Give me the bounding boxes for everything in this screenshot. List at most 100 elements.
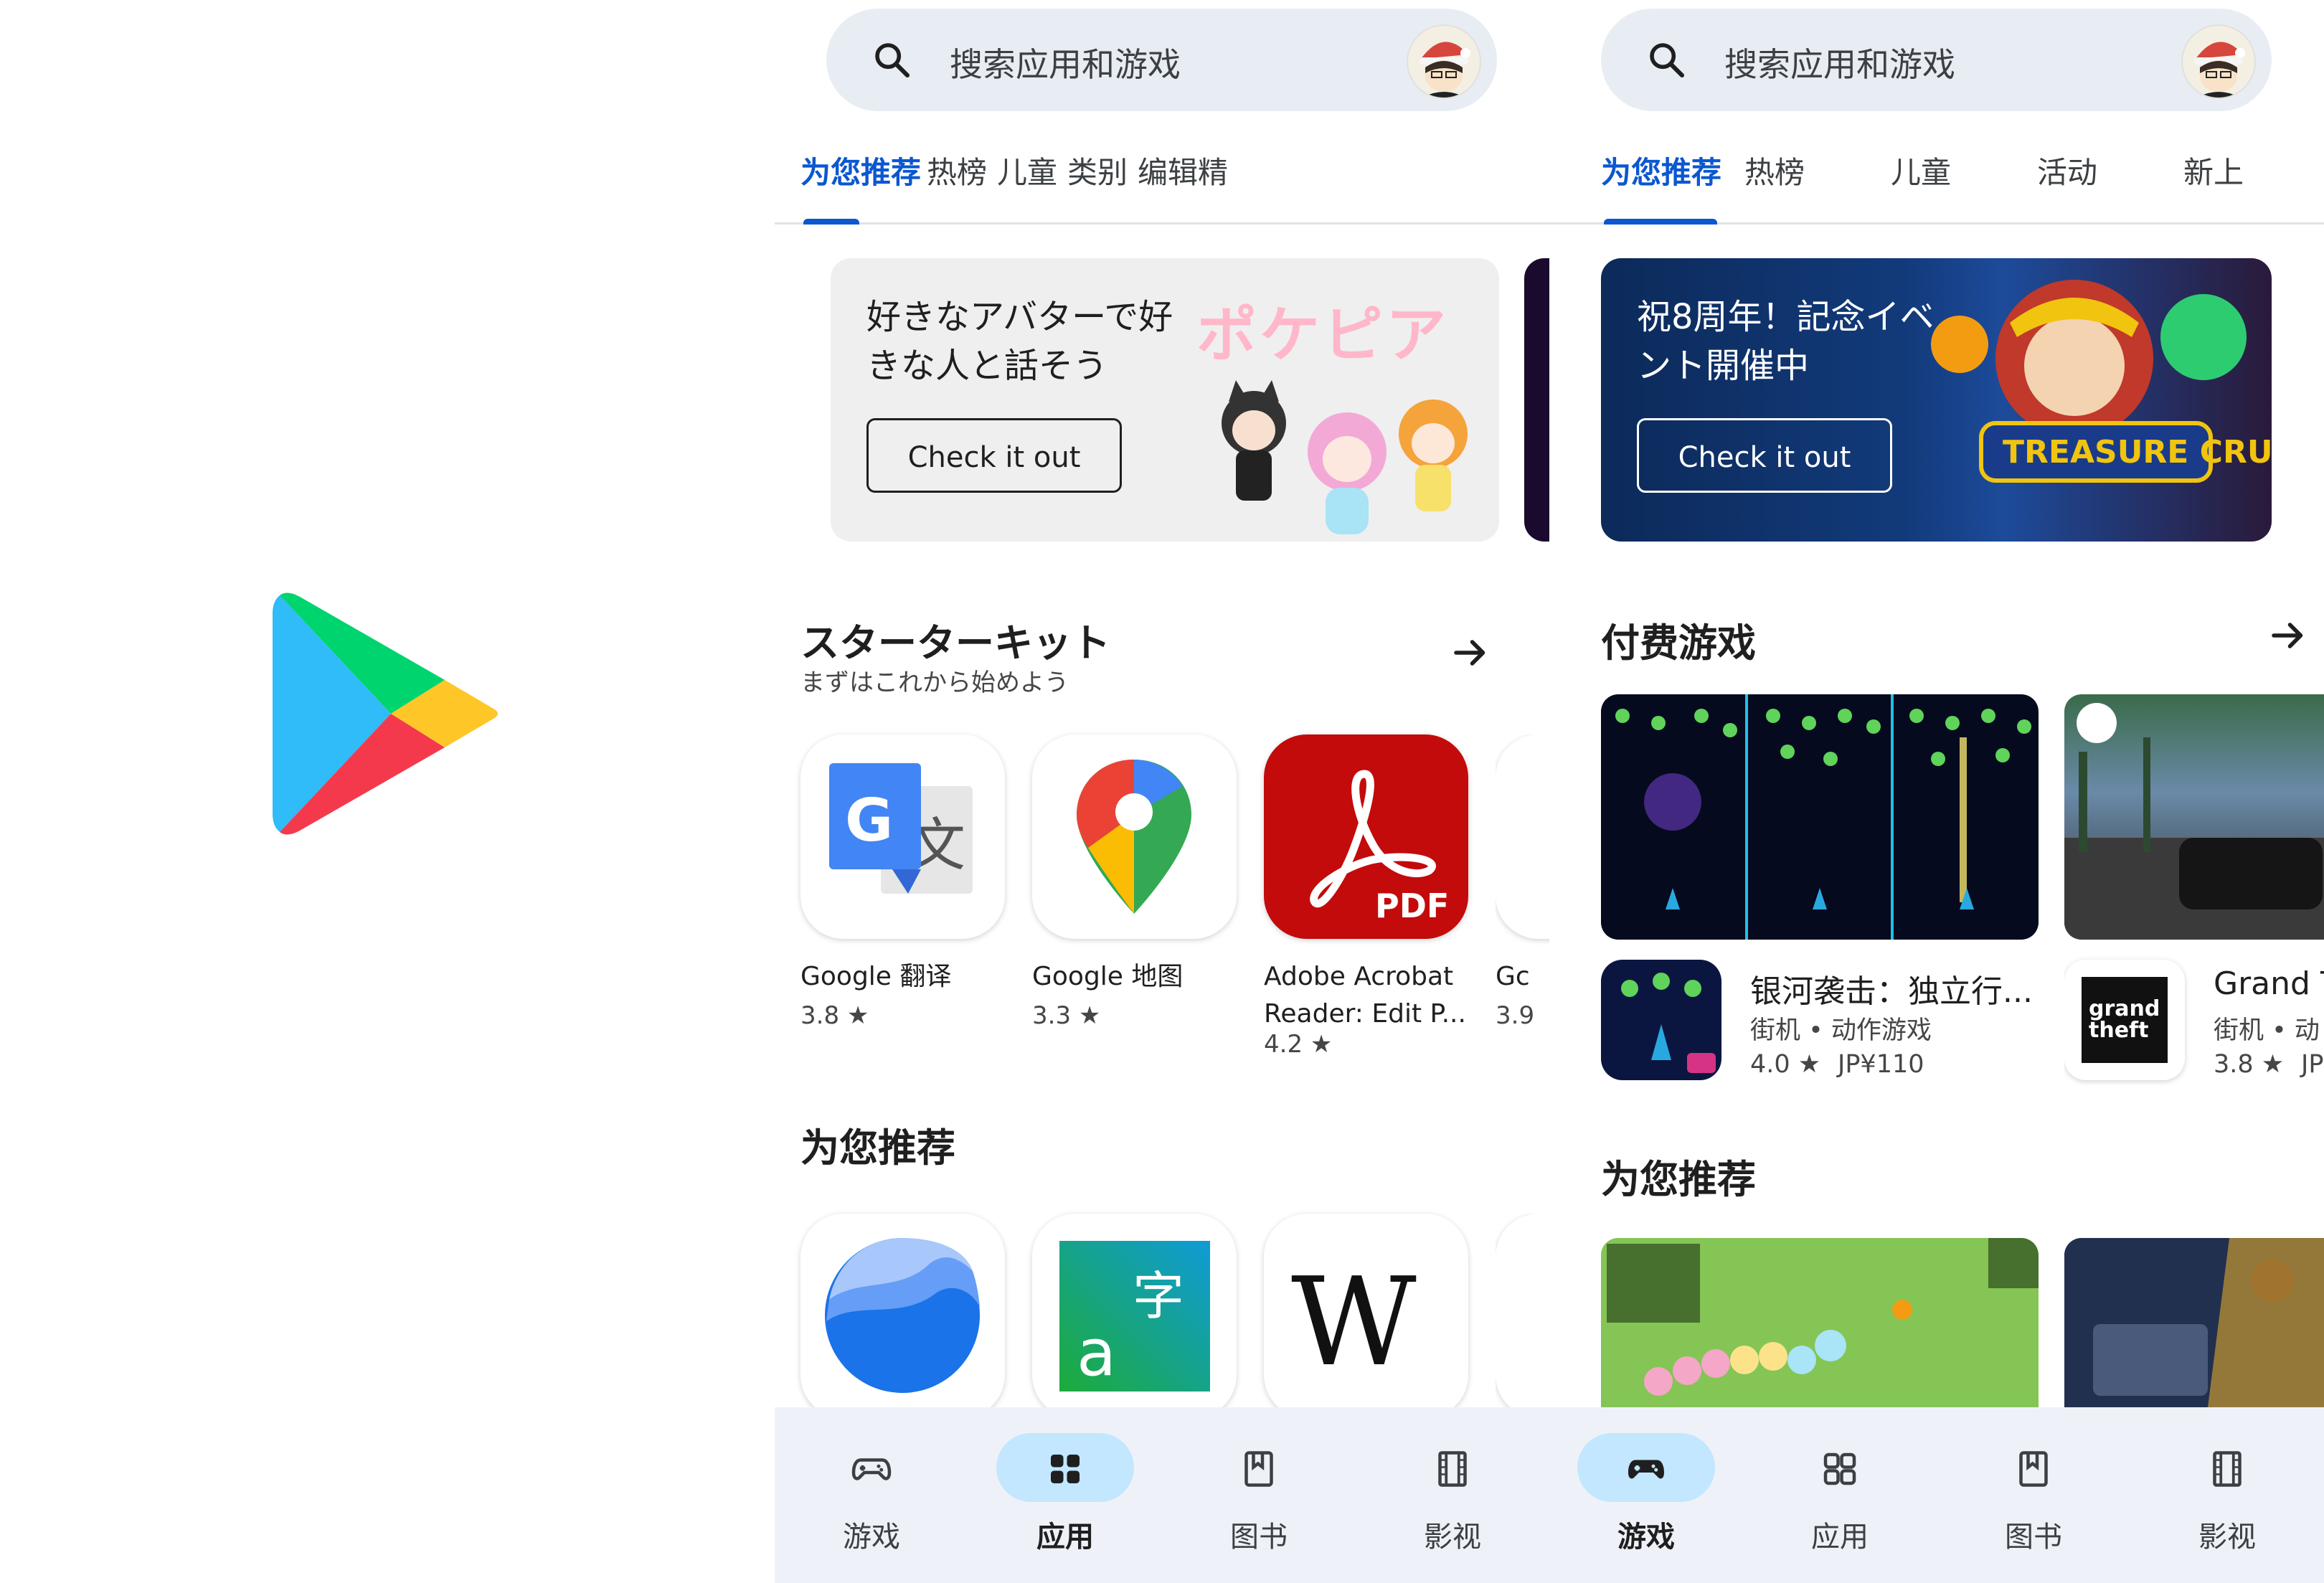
film-strip-icon xyxy=(2213,1451,2242,1487)
game-card-galaxy-attack[interactable]: 银河袭击：独立行... 街机 • 动作游戏 4.0 ★ JP¥110 xyxy=(1601,694,2039,1085)
search-placeholder[interactable]: 搜索应用和游戏 xyxy=(1724,39,1955,86)
tab-kids[interactable]: 儿童 xyxy=(997,148,1057,192)
game-card-gta[interactable]: grand theft Grand T 街机 • 动 3.8 ★ JP xyxy=(2064,694,2324,1085)
svg-text:TREASURE CRUISE: TREASURE CRUISE xyxy=(2003,434,2272,471)
game-category: 街机 • 动作游戏 xyxy=(1750,1016,1932,1045)
book-bookmark-icon xyxy=(1244,1451,1273,1487)
wikipedia-icon: W xyxy=(1264,1214,1468,1418)
google-translate-icon: 文 G xyxy=(800,734,1005,939)
film-strip-icon xyxy=(1438,1451,1467,1487)
avatar-characters-illustration xyxy=(1222,380,1468,534)
search-placeholder[interactable]: 搜索应用和游戏 xyxy=(950,39,1181,86)
gamepad-icon xyxy=(851,1458,892,1480)
nav-books[interactable]: 图书 xyxy=(1162,1407,1356,1583)
tab-events[interactable]: 活动 xyxy=(2037,148,2097,192)
recommended-game-gangs[interactable] xyxy=(2064,1238,2324,1407)
svg-text:theft: theft xyxy=(2089,1018,2148,1043)
nav-label: 游戏 xyxy=(1617,1521,1675,1554)
nav-movies[interactable]: 影视 xyxy=(2130,1407,2324,1583)
promo-banner-treasure-cruise[interactable]: TREASURE CRUISE 祝8周年！記念イベント開催中 Check it … xyxy=(1601,258,2272,542)
active-tab-indicator xyxy=(803,219,859,225)
nav-games[interactable]: 游戏 xyxy=(1549,1407,1743,1583)
google-maps-icon xyxy=(1032,734,1237,939)
active-tab-indicator xyxy=(1604,219,1717,225)
tab-top-charts[interactable]: 热榜 xyxy=(1744,148,1805,192)
search-icon xyxy=(875,43,910,78)
promo-banner-pokepia[interactable]: 好きなアバターで好きな人と話そう Check it out ポケピア xyxy=(831,258,1499,542)
next-banner-peek[interactable] xyxy=(1524,258,1549,542)
adobe-acrobat-icon: PDF xyxy=(1264,734,1468,939)
nav-label: 应用 xyxy=(1036,1521,1094,1554)
nav-books[interactable]: 图书 xyxy=(1937,1407,2130,1583)
bottom-navigation: 游戏 应用 图书 影视 xyxy=(1549,1407,2324,1583)
nav-apps[interactable]: 应用 xyxy=(968,1407,1162,1583)
svg-text:a: a xyxy=(1077,1315,1116,1391)
tab-categories[interactable]: 类别 xyxy=(1067,148,1128,192)
arrow-right-icon[interactable] xyxy=(1449,631,1492,674)
google-earth-icon xyxy=(800,1214,1005,1418)
nav-movies[interactable]: 影视 xyxy=(1356,1407,1549,1583)
nav-label: 影视 xyxy=(2198,1521,2256,1554)
for-you-title: 为您推荐 xyxy=(800,1125,955,1171)
app-name: Adobe Acrobat Reader: Edit P... xyxy=(1264,962,1466,1029)
apps-grid-icon xyxy=(1051,1455,1080,1483)
paid-games-title: 付费游戏 xyxy=(1601,620,1756,666)
nav-label: 图书 xyxy=(1230,1521,1288,1554)
game-category: 街机 • 动 xyxy=(2214,1016,2320,1045)
category-tabs: 为您推荐 热榜 儿童 活动 新上 xyxy=(1549,140,2324,225)
app-rating: 3.9 xyxy=(1496,1001,1535,1030)
tab-top-charts[interactable]: 热榜 xyxy=(927,148,987,192)
app-rating: 3.3 ★ xyxy=(1032,1001,1101,1030)
gta-icon: grand theft xyxy=(2064,960,2185,1080)
tab-for-you[interactable]: 为您推荐 xyxy=(800,148,921,192)
svg-text:字: 字 xyxy=(1133,1266,1184,1326)
banner-text: 祝8周年！記念イベント開催中 xyxy=(1637,297,1935,386)
starter-kit-title: スターターキット xyxy=(800,620,1110,666)
tab-for-you[interactable]: 为您推荐 xyxy=(1601,148,1721,192)
banner-text: 好きなアバターで好きな人と話そう xyxy=(866,297,1173,386)
for-you-title: 为您推荐 xyxy=(1601,1157,1756,1202)
app-icon-partial xyxy=(1496,734,1549,939)
game-name: Grand T xyxy=(2214,965,2324,1002)
nav-label: 影视 xyxy=(1424,1521,1481,1554)
tab-editors-choice[interactable]: 编辑精 xyxy=(1138,148,1228,192)
game-rating: 3.8 ★ xyxy=(2214,1050,2285,1079)
recommended-game-snake[interactable] xyxy=(1601,1238,2039,1407)
game-price: JP xyxy=(2301,1050,2324,1079)
game-name: 银河袭击：独立行... xyxy=(1750,973,2033,1010)
app-card-partial[interactable]: Gc 3.9 xyxy=(1496,734,1549,1036)
tab-new[interactable]: 新上 xyxy=(2183,148,2244,192)
tab-kids[interactable]: 儿童 xyxy=(1891,148,1951,192)
nav-apps[interactable]: 应用 xyxy=(1743,1407,1937,1583)
gta-screenshot xyxy=(2064,694,2324,940)
translator-icon: a 字 xyxy=(1032,1214,1237,1418)
treasure-cruise-artwork: TREASURE CRUISE xyxy=(1931,280,2272,483)
avatar[interactable] xyxy=(1407,24,1481,99)
app-card-partial[interactable] xyxy=(1496,1214,1549,1418)
search-bar[interactable]: 搜索应用和游戏 xyxy=(1601,9,2272,111)
starter-kit-subtitle: まずはこれから始めよう xyxy=(800,668,1069,697)
apps-grid-icon xyxy=(1823,1452,1856,1485)
search-icon xyxy=(1650,43,1685,78)
svg-text:G: G xyxy=(845,787,893,855)
app-name: Google 翻译 xyxy=(800,962,952,991)
app-name: Gc xyxy=(1496,962,1530,991)
galaxy-attack-screenshot xyxy=(1601,694,2039,940)
phone-screen-games: 搜索应用和游戏 为您推荐 热榜 儿童 活动 新上 TREASURE CRU 祝8… xyxy=(1549,0,2324,1583)
galaxy-attack-icon xyxy=(1601,960,1721,1080)
game-price: JP¥110 xyxy=(1838,1050,1924,1079)
phone-screen-apps: 搜索应用和游戏 为您推荐 热榜 儿童 类别 编辑精 好きなアバターで好きな人と話… xyxy=(775,0,1549,1583)
gamepad-icon xyxy=(1628,1460,1664,1479)
nav-label: 应用 xyxy=(1811,1521,1869,1554)
app-rating: 4.2 ★ xyxy=(1264,1030,1333,1059)
pokepia-brand: ポケピア xyxy=(1196,300,1450,370)
avatar[interactable] xyxy=(2181,24,2256,99)
nav-label: 图书 xyxy=(2005,1521,2062,1554)
arrow-right-icon[interactable] xyxy=(2267,614,2310,657)
check-it-out-button[interactable]: Check it out xyxy=(1637,418,1892,493)
game-rating: 4.0 ★ xyxy=(1750,1050,1821,1079)
nav-games[interactable]: 游戏 xyxy=(775,1407,968,1583)
pdf-label: PDF xyxy=(1375,887,1449,925)
check-it-out-button[interactable]: Check it out xyxy=(866,418,1122,493)
search-bar[interactable]: 搜索应用和游戏 xyxy=(826,9,1497,111)
